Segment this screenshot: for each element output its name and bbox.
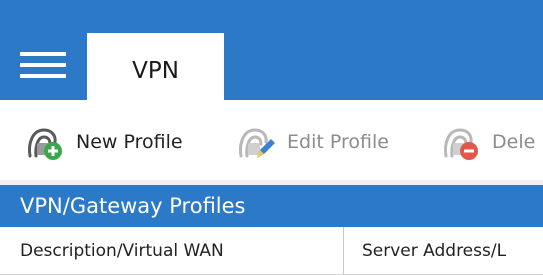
delete-profile-button[interactable]: Dele	[440, 122, 535, 162]
hamburger-line	[20, 52, 66, 56]
delete-profile-icon	[444, 128, 478, 160]
tab-vpn[interactable]: VPN	[87, 33, 224, 100]
new-profile-button[interactable]: New Profile	[24, 122, 183, 162]
edit-profile-button[interactable]: Edit Profile	[235, 122, 389, 162]
edit-profile-label: Edit Profile	[287, 131, 389, 153]
app-header-bar: VPN	[0, 0, 543, 100]
column-header-server-address[interactable]: Server Address/L	[344, 227, 543, 275]
hamburger-line	[20, 63, 66, 67]
delete-profile-label: Dele	[492, 131, 536, 153]
new-profile-label: New Profile	[76, 131, 183, 153]
new-profile-icon	[28, 128, 62, 160]
toolbar: New Profile Edit Profile Dele	[0, 100, 543, 180]
table-header-row: Description/Virtual WAN Server Address/L	[0, 227, 543, 275]
hamburger-menu-icon[interactable]	[20, 52, 66, 78]
section-title: VPN/Gateway Profiles	[0, 185, 543, 227]
edit-profile-icon	[239, 128, 275, 158]
tab-vpn-label: VPN	[132, 58, 179, 84]
column-header-description[interactable]: Description/Virtual WAN	[0, 227, 344, 275]
hamburger-line	[20, 74, 66, 78]
